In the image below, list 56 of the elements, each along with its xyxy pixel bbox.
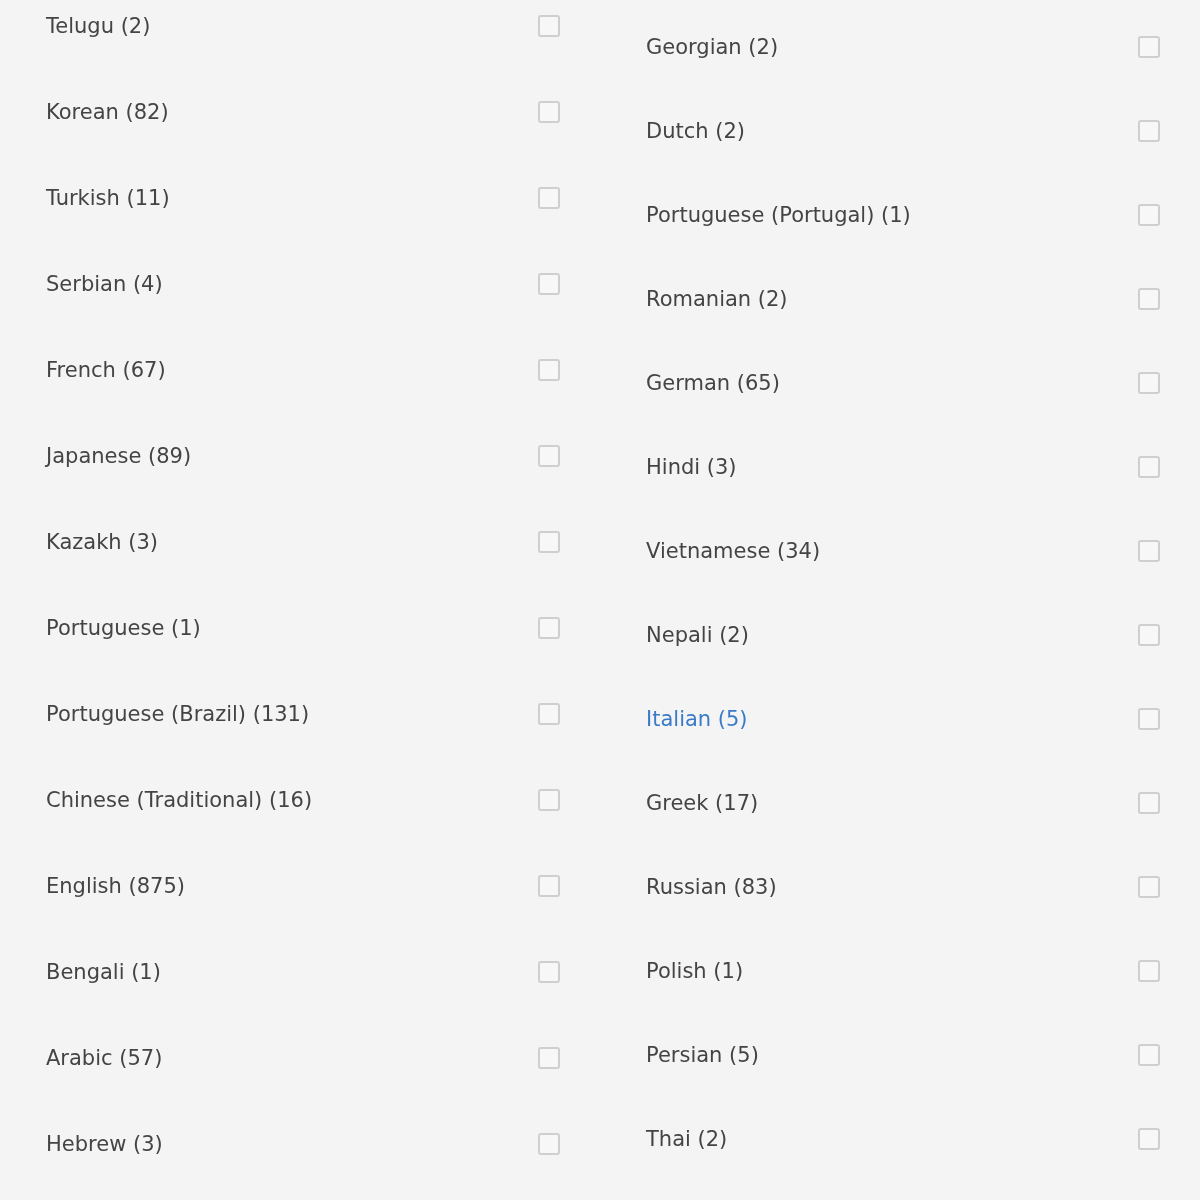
checkbox[interactable] [1138,624,1160,646]
language-filter-link[interactable]: Italian (5) [646,707,748,731]
checkbox[interactable] [538,1047,560,1069]
checkbox[interactable] [1138,372,1160,394]
language-filter-link[interactable]: Telugu (2) [46,14,151,38]
language-filter-link[interactable]: French (67) [46,358,166,382]
checkbox[interactable] [1138,876,1160,898]
checkbox[interactable] [538,531,560,553]
checkbox[interactable] [538,359,560,381]
checkbox[interactable] [1138,708,1160,730]
language-filter-link[interactable]: English (875) [46,874,185,898]
language-filter-link[interactable]: Turkish (11) [46,186,170,210]
checkbox[interactable] [538,187,560,209]
language-filter-link[interactable]: Dutch (2) [646,119,745,143]
language-filter-link[interactable]: Thai (2) [646,1127,728,1151]
checkbox[interactable] [538,703,560,725]
language-filter-link[interactable]: Georgian (2) [646,35,779,59]
language-filter-link[interactable]: Arabic (57) [46,1046,163,1070]
language-filter-link[interactable]: Portuguese (Portugal) (1) [646,203,911,227]
language-filter-link[interactable]: Chinese (Traditional) (16) [46,788,313,812]
checkbox[interactable] [1138,204,1160,226]
language-filter-link[interactable]: Hindi (3) [646,455,737,479]
checkbox[interactable] [538,617,560,639]
checkbox[interactable] [1138,540,1160,562]
checkbox[interactable] [538,273,560,295]
language-filter-link[interactable]: Bengali (1) [46,960,161,984]
language-filter-link[interactable]: Polish (1) [646,959,744,983]
language-filter-link[interactable]: Serbian (4) [46,272,163,296]
language-filter-link[interactable]: Persian (5) [646,1043,759,1067]
checkbox[interactable] [1138,288,1160,310]
language-filter-link[interactable]: Hebrew (3) [46,1132,163,1156]
checkbox[interactable] [538,1133,560,1155]
language-filter-link[interactable]: Vietnamese (34) [646,539,821,563]
language-filter-link[interactable]: Japanese (89) [46,444,192,468]
language-filter-link[interactable]: Kazakh (3) [46,530,159,554]
checkbox[interactable] [1138,36,1160,58]
language-filter-link[interactable]: Greek (17) [646,791,759,815]
language-filter-link[interactable]: Portuguese (Brazil) (131) [46,702,310,726]
checkbox[interactable] [1138,1128,1160,1150]
language-filter-link[interactable]: Nepali (2) [646,623,749,647]
checkbox[interactable] [1138,120,1160,142]
checkbox[interactable] [538,789,560,811]
language-filter-link[interactable]: Portuguese (1) [46,616,201,640]
checkbox[interactable] [538,101,560,123]
checkbox[interactable] [538,15,560,37]
checkbox[interactable] [1138,792,1160,814]
language-filter-link[interactable]: Korean (82) [46,100,169,124]
checkbox[interactable] [1138,960,1160,982]
checkbox[interactable] [1138,1044,1160,1066]
checkbox[interactable] [538,445,560,467]
language-filter-link[interactable]: Romanian (2) [646,287,788,311]
language-filter-link[interactable]: German (65) [646,371,780,395]
language-filter-link[interactable]: Russian (83) [646,875,777,899]
checkbox[interactable] [538,961,560,983]
checkbox[interactable] [1138,456,1160,478]
checkbox[interactable] [538,875,560,897]
